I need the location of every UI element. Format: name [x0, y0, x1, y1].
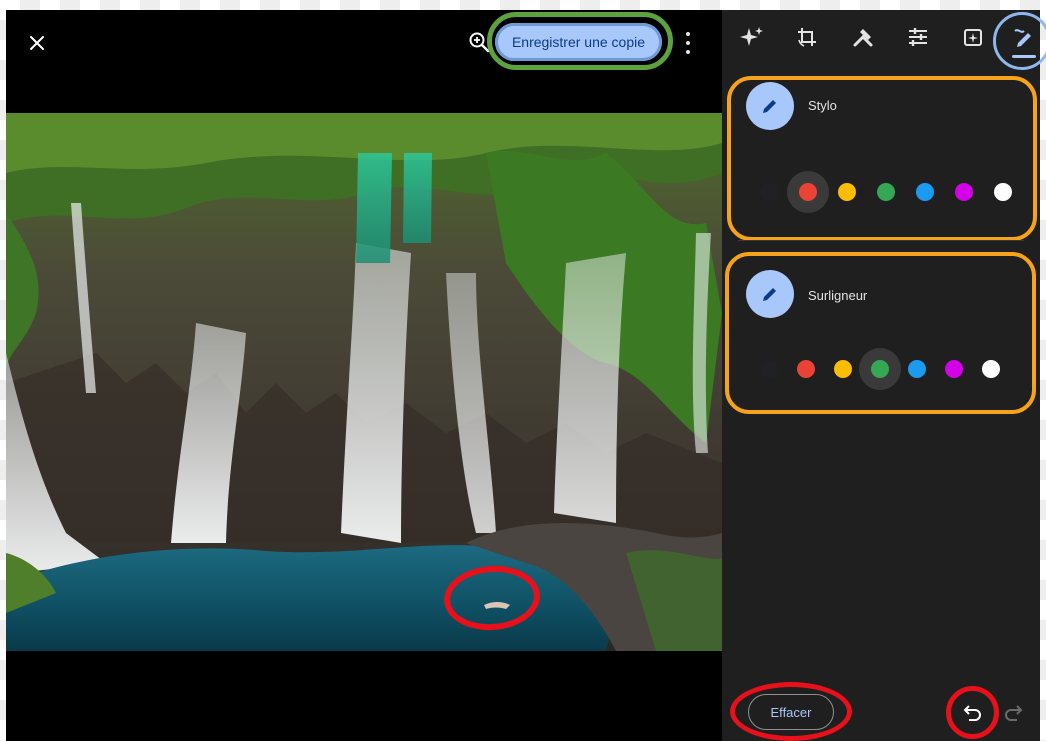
sliders-icon [909, 28, 927, 46]
more-options-button[interactable] [682, 32, 694, 54]
photo-canvas[interactable] [6, 113, 722, 651]
save-copy-button[interactable]: Enregistrer une copie [495, 23, 662, 61]
tool-adjust[interactable] [903, 22, 933, 52]
more-vertical-icon [686, 32, 690, 36]
close-button[interactable] [24, 30, 50, 56]
tool-crop-rotate[interactable] [792, 22, 822, 52]
waterfall-photo [6, 113, 722, 651]
edit-panel: Stylo Surligneur Effacer [722, 10, 1046, 741]
close-icon [30, 36, 44, 50]
pen-section-annotation [727, 76, 1037, 241]
redo-icon [1005, 705, 1023, 721]
redo-button[interactable] [1001, 700, 1025, 724]
photo-editor: Enregistrer une copie Stylo Surligneur E… [6, 10, 1046, 741]
image-viewer: Enregistrer une copie [6, 10, 722, 741]
markup-tool-annotation [993, 12, 1046, 70]
crop-rotate-icon [798, 28, 816, 47]
undo-button-annotation [946, 686, 999, 739]
section-divider [738, 240, 1024, 241]
highlighter-section-annotation [725, 252, 1036, 414]
tool-filters[interactable] [958, 22, 988, 52]
filter-icon [964, 29, 982, 46]
sparkle-icon [740, 27, 763, 46]
clear-button-annotation [730, 682, 852, 741]
edit-toolbar [722, 10, 1046, 70]
tool-tools[interactable] [848, 22, 878, 52]
tool-auto-enhance[interactable] [737, 22, 767, 52]
tools-icon [853, 29, 873, 47]
